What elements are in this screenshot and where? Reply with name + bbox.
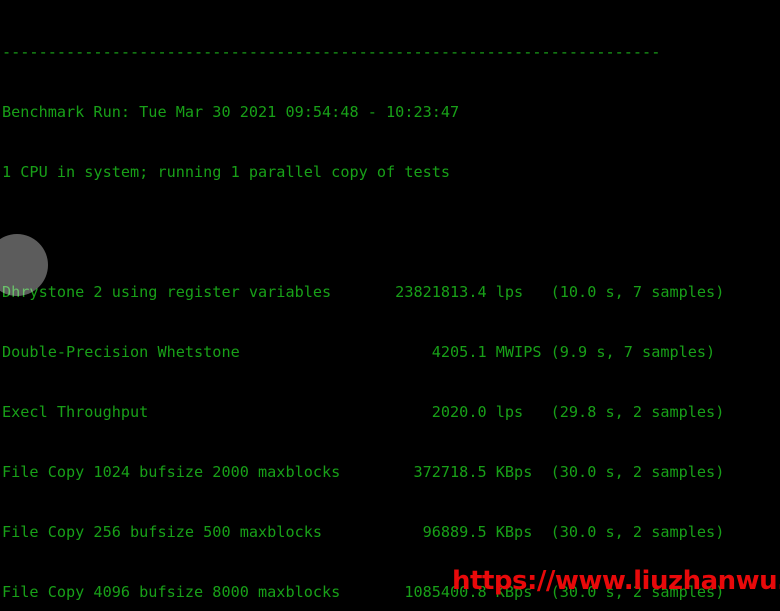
terminal-output-text: ----------------------------------------… xyxy=(0,0,780,611)
raw-result-row: Execl Throughput 2020.0 lps (29.8 s, 2 s… xyxy=(2,403,725,421)
raw-result-row: Double-Precision Whetstone 4205.1 MWIPS … xyxy=(2,343,716,361)
benchmark-run-line: Benchmark Run: Tue Mar 30 2021 09:54:48 … xyxy=(2,103,460,121)
raw-result-row: Dhrystone 2 using register variables 238… xyxy=(2,283,725,301)
raw-result-row: File Copy 256 bufsize 500 maxblocks 9688… xyxy=(2,523,725,541)
raw-result-row: File Copy 4096 bufsize 8000 maxblocks 10… xyxy=(2,583,725,601)
cpu-info-line: 1 CPU in system; running 1 parallel copy… xyxy=(2,163,451,181)
terminal-window[interactable]: ----------------------------------------… xyxy=(0,0,780,611)
separator-rule: ----------------------------------------… xyxy=(2,43,661,61)
raw-result-row: File Copy 1024 bufsize 2000 maxblocks 37… xyxy=(2,463,725,481)
